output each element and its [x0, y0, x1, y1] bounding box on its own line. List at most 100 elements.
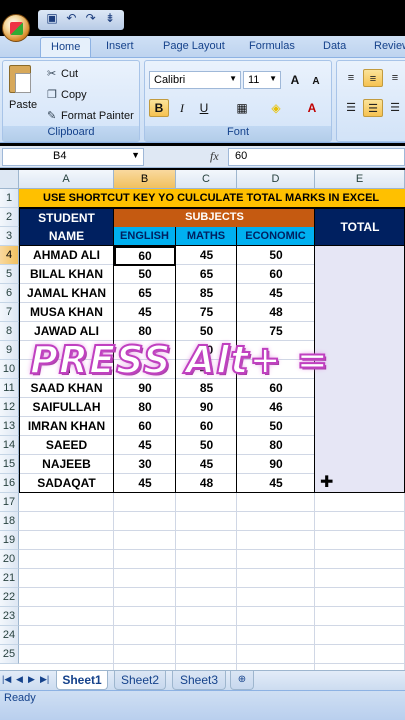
row-header-6[interactable]: 6 [0, 284, 19, 303]
tab-insert[interactable]: Insert [106, 40, 134, 52]
student-name-cell[interactable]: IMRAN KHAN [19, 417, 114, 436]
subjects-header[interactable]: SUBJECTS [114, 208, 315, 227]
row-header-19[interactable]: 19 [0, 531, 19, 550]
maths-cell[interactable]: 45 [176, 246, 237, 265]
english-cell[interactable]: 45 [114, 303, 176, 322]
maths-cell[interactable]: 65 [176, 265, 237, 284]
row-header-8[interactable]: 8 [0, 322, 19, 341]
borders-icon[interactable]: ▦ [231, 99, 253, 117]
align-bottom-icon[interactable]: ≡ [385, 69, 405, 87]
font-size-select[interactable]: 11 ▼ [243, 71, 281, 89]
student-name-cell[interactable]: NAJEEB [19, 455, 114, 474]
row-header-15[interactable]: 15 [0, 455, 19, 474]
maths-cell[interactable]: 90 [176, 398, 237, 417]
student-name-cell[interactable]: SAIFULLAH [19, 398, 114, 417]
english-cell[interactable]: 30 [114, 455, 176, 474]
underline-button[interactable]: U [195, 99, 213, 117]
economic-cell[interactable]: 45 [237, 474, 315, 493]
format-painter-button[interactable]: ✎ Format Painter [47, 109, 134, 122]
student-name-cell[interactable]: SADAQAT [19, 474, 114, 493]
last-sheet-icon[interactable]: ▶| [40, 674, 49, 685]
next-sheet-icon[interactable]: ▶ [28, 674, 35, 685]
maths-cell[interactable]: 48 [176, 474, 237, 493]
font-name-select[interactable]: Calibri ▼ [149, 71, 241, 89]
english-cell[interactable]: 60 [114, 417, 176, 436]
row-header-9[interactable]: 9 [0, 341, 19, 360]
redo-icon[interactable]: ↷ [83, 11, 99, 25]
student-name-cell[interactable]: BILAL KHAN [19, 265, 114, 284]
tab-data[interactable]: Data [323, 40, 346, 52]
maths-cell[interactable]: 45 [176, 455, 237, 474]
student-name-cell[interactable]: SAEED [19, 436, 114, 455]
office-button[interactable] [2, 14, 30, 42]
column-header-b[interactable]: B [114, 170, 176, 189]
tab-home[interactable]: Home [40, 37, 92, 59]
economic-cell[interactable]: 80 [237, 436, 315, 455]
select-all-corner[interactable] [0, 170, 19, 189]
student-name-cell[interactable]: AHMAD ALI [19, 246, 114, 265]
worksheet-grid[interactable]: A B C D E 1 2 3 4 5 6 7 8 9 10 11 12 13 14 15 16 17 18 19 20 21 22… [0, 170, 405, 670]
row-header-13[interactable]: 13 [0, 417, 19, 436]
row-header-22[interactable]: 22 [0, 588, 19, 607]
row-header-4[interactable]: 4 [0, 246, 19, 265]
row-header-14[interactable]: 14 [0, 436, 19, 455]
economic-cell[interactable]: 90 [237, 455, 315, 474]
fill-color-icon[interactable]: ◈ [265, 99, 287, 117]
economic-cell[interactable]: 48 [237, 303, 315, 322]
student-name-header[interactable]: STUDENT NAME [19, 208, 114, 246]
row-header-18[interactable]: 18 [0, 512, 19, 531]
italic-button[interactable]: I [173, 99, 191, 117]
prev-sheet-icon[interactable]: ◀ [16, 674, 23, 685]
tab-page-layout[interactable]: Page Layout [163, 40, 225, 52]
economic-cell[interactable]: 46 [237, 398, 315, 417]
column-header-c[interactable]: C [176, 170, 237, 189]
economic-cell[interactable]: 60 [237, 265, 315, 284]
english-cell[interactable]: 45 [114, 436, 176, 455]
column-header-d[interactable]: D [237, 170, 315, 189]
english-cell[interactable]: 65 [114, 284, 176, 303]
sheet-tab-sheet2[interactable]: Sheet2 [114, 671, 166, 690]
row-header-20[interactable]: 20 [0, 550, 19, 569]
row-header-11[interactable]: 11 [0, 379, 19, 398]
subject-header-economic[interactable]: ECONOMIC [237, 227, 315, 246]
save-icon[interactable]: ▣ [44, 11, 60, 25]
row-header-16[interactable]: 16 [0, 474, 19, 493]
row-header-3[interactable]: 3 [0, 227, 19, 246]
row-header-25[interactable]: 25 [0, 645, 19, 664]
align-left-icon[interactable]: ☰ [341, 99, 361, 117]
sheet-title-cell[interactable]: USE SHORTCUT KEY YO CULCULATE TOTAL MARK… [19, 189, 405, 208]
economic-cell[interactable]: 50 [237, 246, 315, 265]
row-header-21[interactable]: 21 [0, 569, 19, 588]
insert-function-icon[interactable]: fx [210, 149, 219, 164]
english-cell[interactable]: 45 [114, 474, 176, 493]
row-header-24[interactable]: 24 [0, 626, 19, 645]
shrink-font-button[interactable]: A [307, 73, 325, 91]
grow-font-button[interactable]: A [285, 71, 305, 89]
insert-sheet-icon[interactable]: ⊕ [230, 671, 254, 690]
row-header-5[interactable]: 5 [0, 265, 19, 284]
font-color-icon[interactable]: A [301, 99, 323, 117]
sheet-tab-sheet3[interactable]: Sheet3 [172, 671, 226, 690]
maths-cell[interactable]: 50 [176, 436, 237, 455]
row-header-23[interactable]: 23 [0, 607, 19, 626]
tab-formulas[interactable]: Formulas [249, 40, 295, 52]
undo-icon[interactable]: ↶ [63, 11, 79, 25]
maths-cell[interactable]: 75 [176, 303, 237, 322]
subject-header-maths[interactable]: MATHS [176, 227, 237, 246]
customize-icon[interactable]: ⇟ [102, 11, 118, 25]
row-header-17[interactable]: 17 [0, 493, 19, 512]
english-cell[interactable]: 80 [114, 398, 176, 417]
row-header-1[interactable]: 1 [0, 189, 19, 208]
sheet-tab-sheet1[interactable]: Sheet1 [56, 671, 108, 690]
maths-cell[interactable]: 85 [176, 284, 237, 303]
row-header-12[interactable]: 12 [0, 398, 19, 417]
row-header-10[interactable]: 10 [0, 360, 19, 379]
name-box[interactable]: B4 ▼ [2, 148, 144, 166]
column-header-e[interactable]: E [315, 170, 405, 189]
economic-cell[interactable]: 45 [237, 284, 315, 303]
column-header-a[interactable]: A [19, 170, 114, 189]
paste-button[interactable]: Paste [9, 99, 37, 111]
tab-review[interactable]: Review [374, 40, 405, 52]
maths-cell[interactable]: 60 [176, 417, 237, 436]
economic-cell[interactable]: 50 [237, 417, 315, 436]
